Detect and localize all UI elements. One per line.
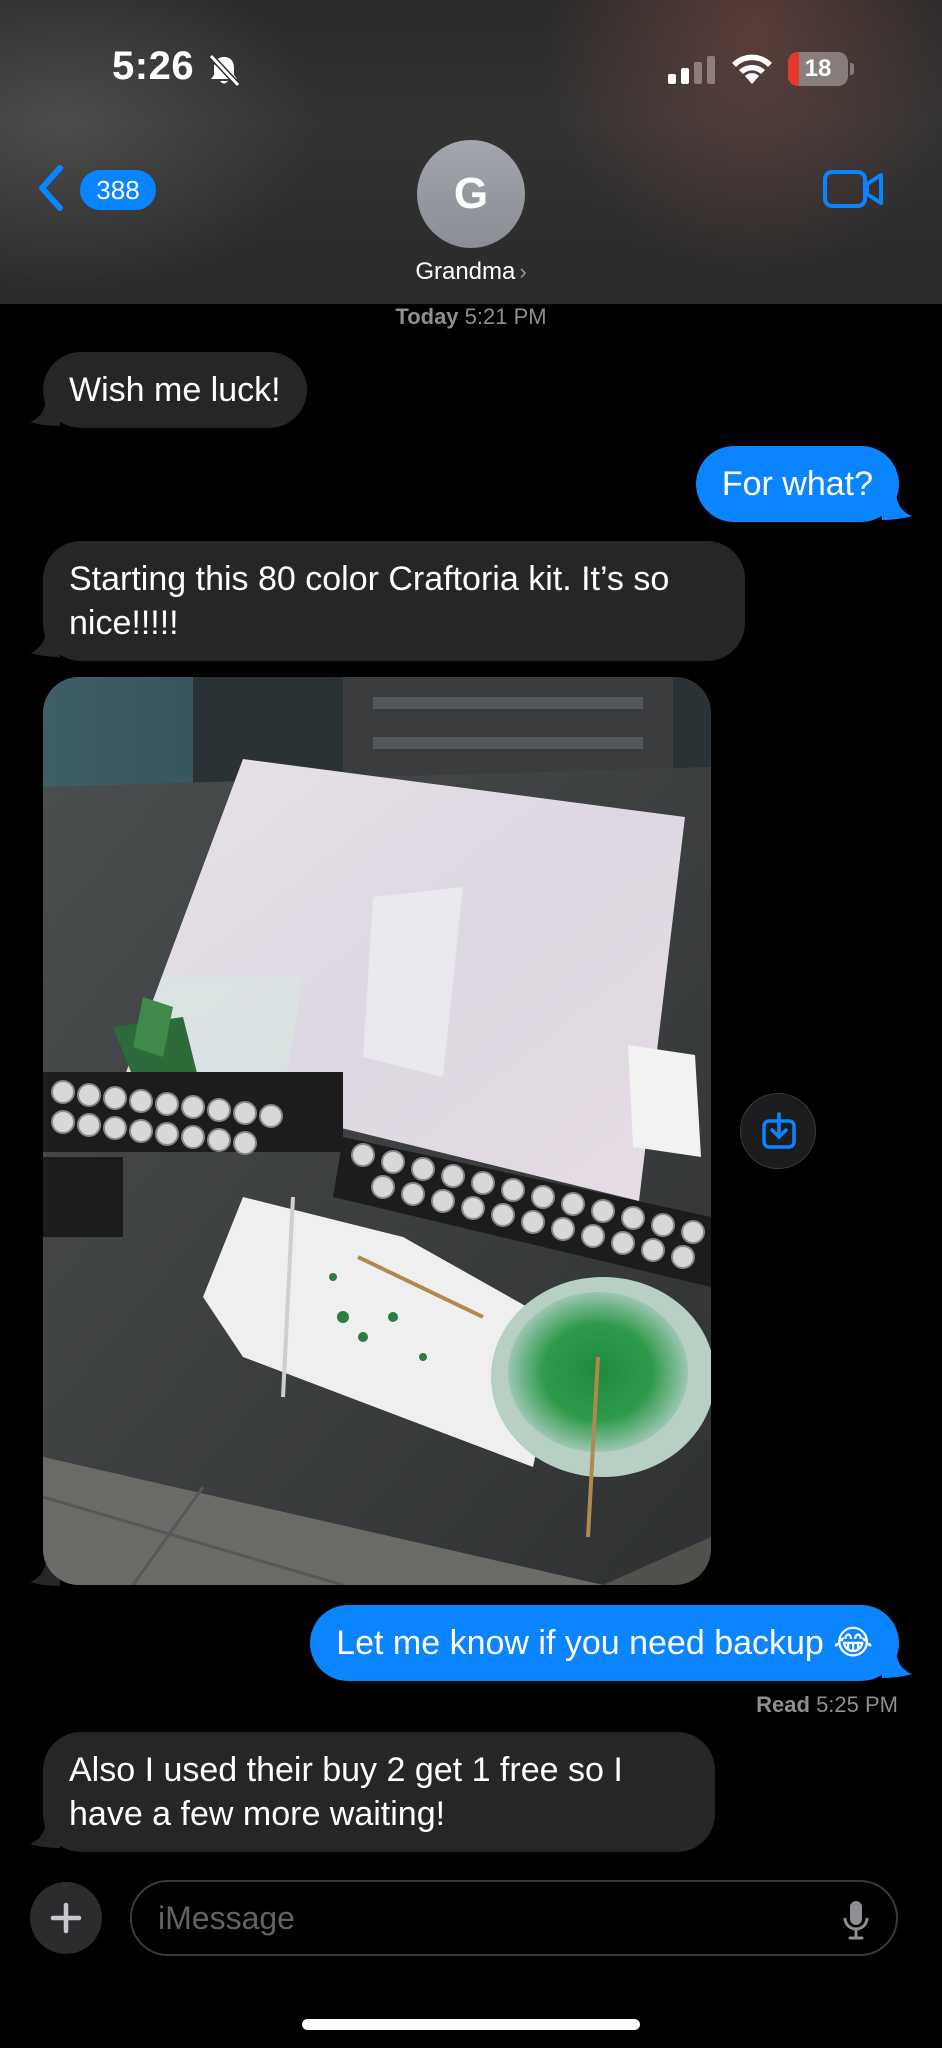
outgoing-message-bubble[interactable]: Let me know if you need backup 😂 — [310, 1605, 899, 1681]
plus-icon — [50, 1902, 82, 1934]
battery-icon: 18 — [788, 52, 854, 86]
contact-avatar[interactable]: G — [417, 140, 525, 248]
microphone-icon[interactable] — [842, 1900, 870, 1940]
apps-plus-button[interactable] — [30, 1882, 102, 1954]
read-label: Read — [756, 1692, 810, 1717]
status-time: 5:26 — [112, 44, 195, 88]
read-receipt: Read 5:25 PM — [756, 1692, 898, 1718]
contact-name: Grandma — [415, 258, 516, 285]
outgoing-message-bubble[interactable]: For what? — [695, 446, 899, 522]
conversation-header: 5:26 18 388 G Grandma › — [0, 0, 942, 304]
incoming-message-bubble[interactable]: Starting this 80 color Craftoria kit. It… — [43, 541, 745, 661]
cellular-signal-icon — [668, 56, 715, 84]
incoming-message-bubble[interactable]: Also I used their buy 2 get 1 free so I … — [43, 1732, 715, 1852]
message-input-placeholder: iMessage — [158, 1900, 295, 1936]
battery-level: 18 — [804, 55, 832, 82]
photo-image — [43, 677, 711, 1585]
conversation-timestamp: Today 5:21 PM — [0, 304, 942, 330]
wifi-icon — [732, 54, 772, 84]
incoming-message-bubble[interactable]: Wish me luck! — [43, 352, 307, 428]
message-text: Also I used their buy 2 get 1 free so I … — [69, 1751, 623, 1833]
timestamp-day: Today — [395, 304, 459, 329]
message-text: Let me know if you need backup 😂 — [336, 1624, 873, 1662]
message-input[interactable]: iMessage — [130, 1880, 898, 1956]
photo-attachment[interactable] — [43, 677, 711, 1585]
timestamp-time: 5:21 PM — [464, 304, 547, 329]
contact-name-button[interactable]: Grandma › — [371, 258, 571, 286]
message-text: For what? — [721, 465, 873, 503]
video-camera-icon[interactable] — [822, 168, 884, 210]
message-text: Starting this 80 color Craftoria kit. It… — [69, 560, 670, 642]
read-time: 5:25 PM — [816, 1692, 898, 1717]
back-chevron-icon[interactable] — [34, 164, 66, 212]
message-text: Wish me luck! — [69, 371, 281, 409]
home-indicator[interactable] — [302, 2019, 640, 2030]
save-to-photos-icon — [762, 1112, 796, 1149]
save-photo-button[interactable] — [740, 1093, 816, 1169]
back-unread-count-badge[interactable]: 388 — [80, 170, 156, 210]
chevron-right-icon: › — [519, 259, 527, 284]
bell-slash-icon — [208, 53, 241, 88]
messages-screen: 5:26 18 388 G Grandma › Today 5:21 PM Wi… — [0, 0, 942, 2048]
